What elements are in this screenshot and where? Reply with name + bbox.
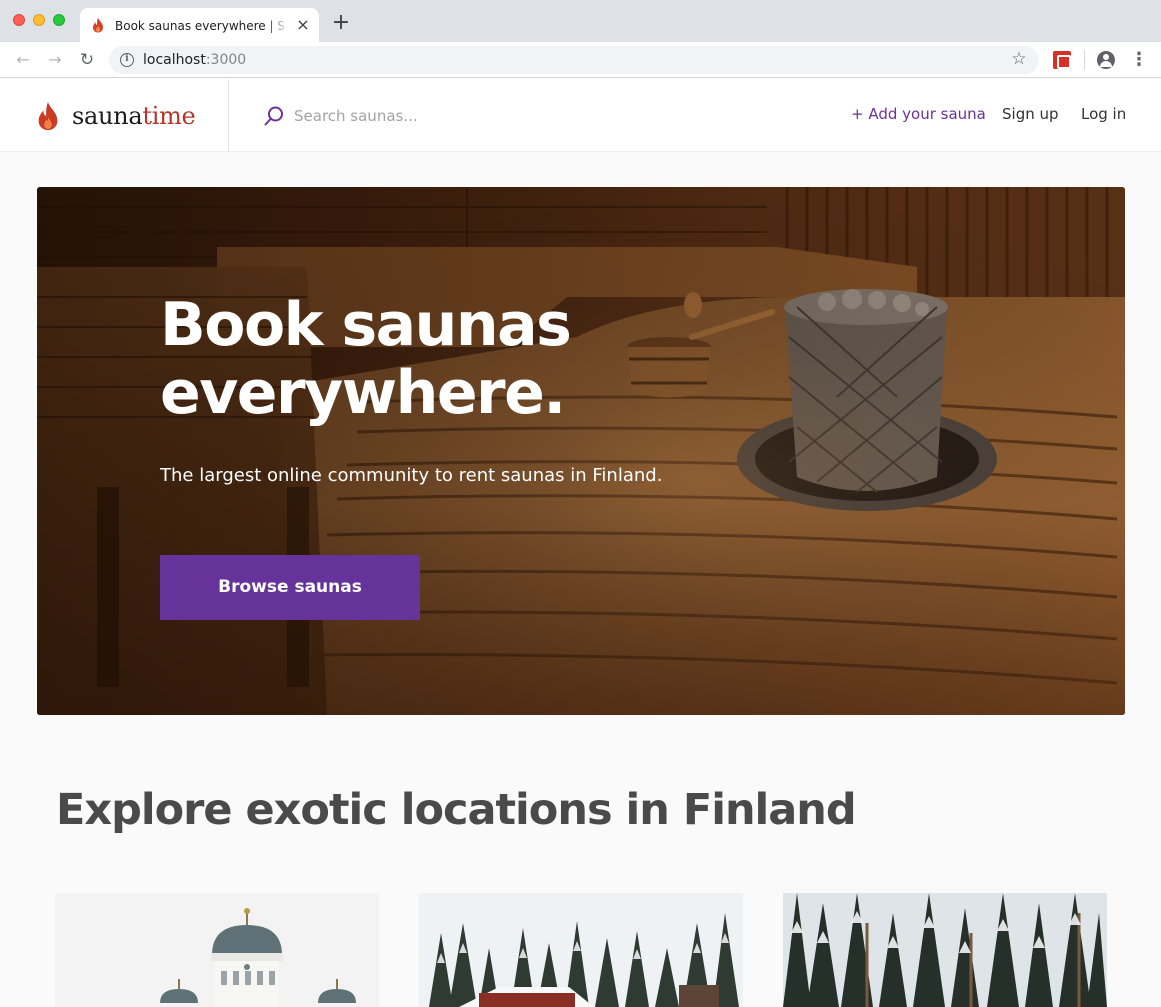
locations-section-title: Explore exotic locations in Finland — [56, 785, 857, 835]
header-divider — [228, 79, 229, 151]
profile-icon[interactable] — [1097, 51, 1115, 69]
hero-banner: Book saunas everywhere. The largest onli… — [37, 187, 1125, 715]
close-window-button[interactable] — [13, 14, 25, 26]
star-icon[interactable]: ☆ — [1009, 49, 1029, 69]
browser-tab-strip: Book saunas everywhere | Saunatime × + — [0, 0, 1161, 42]
sauna-interior-photo — [37, 187, 1125, 715]
extension-icon[interactable] — [1053, 51, 1071, 69]
snowy-pine-forest-photo — [783, 893, 1107, 1007]
hero-title-line-1: Book saunas — [160, 290, 572, 360]
logo-text: saunatime — [72, 102, 196, 130]
hero-title: Book saunas everywhere. — [160, 291, 720, 427]
forward-icon[interactable]: → — [44, 49, 66, 71]
search-input[interactable] — [294, 103, 654, 129]
toolbar-divider — [1084, 50, 1085, 70]
logo-text-part2: time — [142, 102, 196, 130]
info-icon[interactable]: i — [120, 53, 134, 67]
more-menu-icon[interactable]: ⋮ — [1130, 49, 1148, 71]
logo-text-part1: sauna — [72, 102, 143, 130]
location-card-helsinki[interactable] — [55, 893, 379, 1007]
address-bar[interactable]: i localhost:3000 ☆ — [109, 46, 1039, 74]
maximize-window-button[interactable] — [53, 14, 65, 26]
location-card-cabin[interactable] — [419, 893, 743, 1007]
url-port: :3000 — [205, 52, 247, 68]
helsinki-cathedral-photo — [55, 893, 379, 1007]
hero-subtitle: The largest online community to rent sau… — [160, 465, 663, 486]
site-header: saunatime + Add your sauna Sign up Log i… — [0, 79, 1161, 152]
login-link[interactable]: Log in — [1081, 105, 1126, 123]
close-icon[interactable]: × — [294, 16, 312, 34]
tab-title-fade — [265, 14, 289, 36]
flame-logo-icon — [38, 101, 58, 131]
search-icon — [264, 106, 283, 126]
logo[interactable]: saunatime — [34, 100, 196, 132]
flame-favicon-icon — [93, 17, 103, 33]
url-text[interactable]: localhost:3000 — [143, 51, 246, 69]
back-icon[interactable]: ← — [12, 49, 34, 71]
hero-title-line-2: everywhere. — [160, 358, 566, 428]
reload-icon[interactable]: ↻ — [76, 49, 98, 71]
location-card-forest[interactable] — [783, 893, 1107, 1007]
plus-icon[interactable]: + — [330, 12, 352, 34]
signup-link[interactable]: Sign up — [1002, 105, 1059, 123]
browse-saunas-button[interactable]: Browse saunas — [160, 555, 420, 620]
url-host: localhost — [143, 52, 206, 68]
snowy-cabin-forest-photo — [419, 893, 743, 1007]
tab-title: Book saunas everywhere | Saunatime — [115, 19, 285, 33]
browser-tab[interactable]: Book saunas everywhere | Saunatime × — [80, 8, 319, 42]
add-sauna-link[interactable]: + Add your sauna — [851, 105, 986, 123]
minimize-window-button[interactable] — [33, 14, 45, 26]
browser-toolbar: ← → ↻ i localhost:3000 ☆ ⋮ — [0, 42, 1161, 78]
